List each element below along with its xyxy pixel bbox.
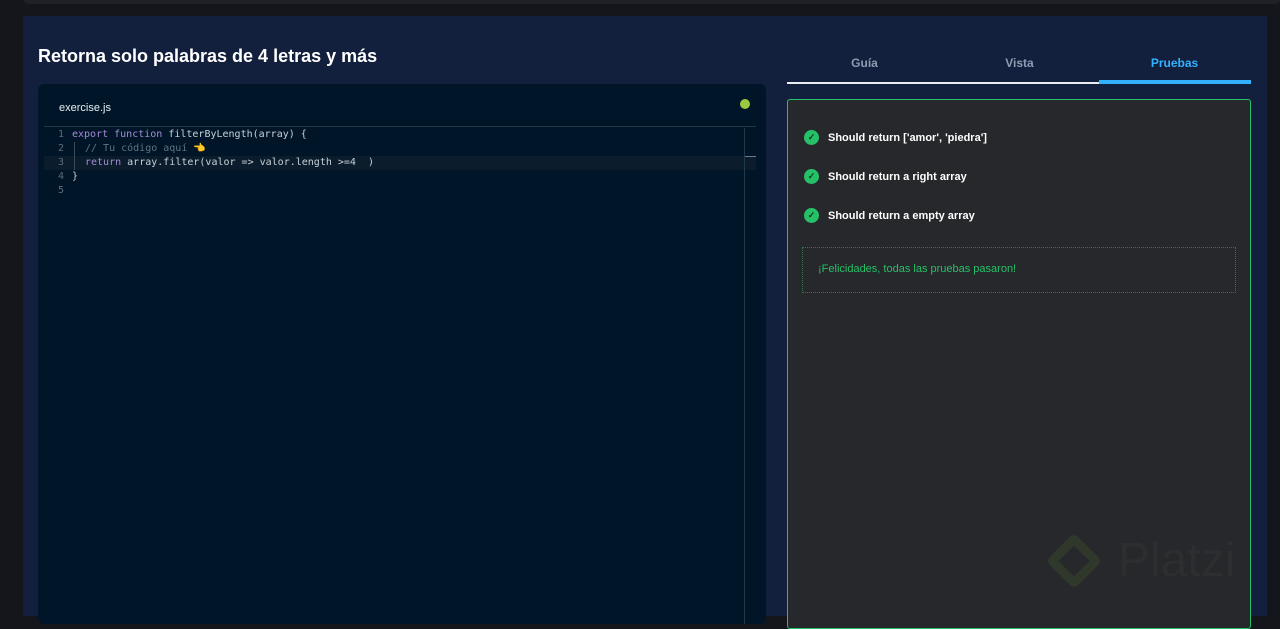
status-dot-icon: [740, 99, 750, 109]
test-item: ✓ Should return a right array: [804, 169, 967, 184]
check-icon: ✓: [804, 208, 819, 223]
tab-vista[interactable]: Vista: [942, 56, 1097, 70]
divider: [44, 126, 756, 127]
code-token: // Tu código aquí 👈: [85, 143, 206, 154]
platzi-watermark: Platzi: [1045, 532, 1236, 589]
tab-bar: Guía Vista Pruebas: [787, 46, 1251, 84]
code-token: filterByLength(array) {: [168, 129, 307, 140]
code-line[interactable]: 2 // Tu código aquí 👈: [44, 142, 756, 156]
top-bar: [24, 0, 1280, 4]
code-token: }: [72, 171, 79, 182]
watermark-text: Platzi: [1118, 534, 1236, 587]
scrollbar[interactable]: [744, 128, 756, 624]
test-label: Should return ['amor', 'piedra']: [828, 131, 987, 144]
line-number: 5: [57, 185, 64, 196]
tab-guia[interactable]: Guía: [787, 56, 942, 70]
code-editor[interactable]: exercise.js 1 export function filterByLen…: [38, 84, 766, 624]
code-token: array.filter(valor => valor.length >=4 ): [127, 157, 374, 168]
line-number: 4: [57, 171, 64, 182]
check-icon: ✓: [804, 169, 819, 184]
platzi-logo-icon: [1045, 532, 1103, 589]
test-label: Should return a right array: [828, 170, 967, 183]
code-area[interactable]: 1 export function filterByLength(array) {…: [44, 128, 756, 198]
success-message: ¡Felicidades, todas las pruebas pasaron!: [802, 247, 1236, 293]
line-number: 1: [57, 129, 64, 140]
code-line[interactable]: 4}: [44, 170, 756, 184]
active-tab-indicator: [1099, 80, 1251, 84]
check-icon: ✓: [804, 130, 819, 145]
exercise-panel: Retorna solo palabras de 4 letras y más …: [23, 16, 1267, 629]
code-line[interactable]: 1 export function filterByLength(array) {: [44, 128, 756, 142]
code-line[interactable]: 5: [44, 184, 756, 198]
code-token: return: [85, 157, 128, 168]
page-title: Retorna solo palabras de 4 letras y más: [38, 46, 378, 66]
code-token: export function: [72, 129, 169, 140]
line-number: 3: [57, 157, 64, 168]
tests-panel: ✓ Should return ['amor', 'piedra'] ✓ Shoul…: [787, 99, 1251, 629]
test-label: Should return a empty array: [828, 209, 975, 222]
tab-pruebas[interactable]: Pruebas: [1097, 56, 1252, 70]
code-line[interactable]: 3 return array.filter(valor => valor.leng…: [44, 156, 756, 170]
test-item: ✓ Should return a empty array: [804, 208, 975, 223]
test-item: ✓ Should return ['amor', 'piedra']: [804, 130, 987, 145]
file-name: exercise.js: [59, 102, 111, 114]
line-number: 2: [57, 143, 64, 154]
